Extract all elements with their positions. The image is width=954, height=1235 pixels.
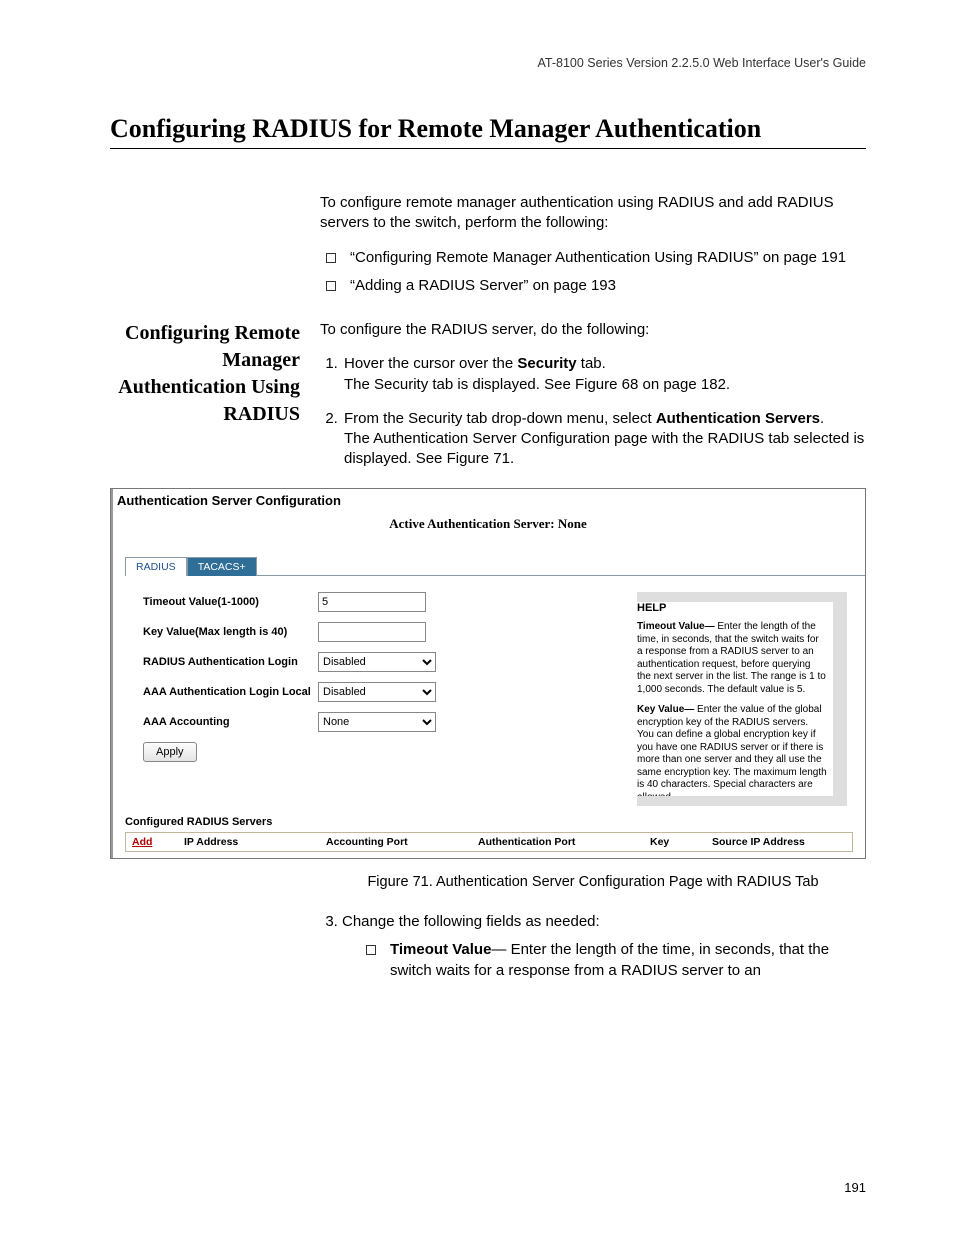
tab-tacacs[interactable]: TACACS+ [187, 557, 257, 576]
xref-item: “Adding a RADIUS Server” on page 193 [326, 276, 866, 296]
step-text: Hover the cursor over the [344, 355, 517, 372]
figure-caption: Figure 71. Authentication Server Configu… [320, 873, 866, 893]
field-note: Timeout Value— Enter the length of the t… [366, 940, 866, 981]
help-title: HELP [637, 602, 827, 616]
help-term: Key Value— [637, 704, 697, 715]
col-source-ip: Source IP Address [706, 833, 852, 851]
aaa-auth-login-local-label: AAA Authentication Login Local [143, 686, 318, 698]
aaa-auth-login-local-select[interactable]: Disabled [318, 682, 436, 702]
step-text: tab. [577, 355, 606, 372]
timeout-input[interactable] [318, 592, 426, 612]
tab-row: RADIUSTACACS+ [125, 556, 865, 576]
tab-radius[interactable]: RADIUS [125, 557, 187, 576]
radius-auth-login-select[interactable]: Disabled [318, 652, 436, 672]
key-input[interactable] [318, 622, 426, 642]
add-link[interactable]: Add [126, 833, 178, 851]
scrollbar-thumb[interactable] [833, 614, 845, 646]
step-bold: Security [517, 355, 576, 372]
col-key: Key [644, 833, 706, 851]
aaa-accounting-select[interactable]: None [318, 712, 436, 732]
xref-item: “Configuring Remote Manager Authenticati… [326, 248, 866, 268]
col-acct-port: Accounting Port [320, 833, 472, 851]
step-text: . [820, 410, 824, 427]
step-bold: Authentication Servers [656, 410, 820, 427]
section-title: Configuring RADIUS for Remote Manager Au… [110, 114, 866, 149]
margin-heading-col [110, 193, 300, 312]
step-text: From the Security tab drop-down menu, se… [344, 410, 656, 427]
field-note-bold: Timeout Value [390, 941, 491, 958]
lead-paragraph: To configure the RADIUS server, do the f… [320, 320, 866, 340]
aaa-accounting-label: AAA Accounting [143, 716, 318, 728]
step-text: Change the following fields as needed: [342, 913, 600, 930]
active-server-label: Active Authentication Server: None [111, 510, 865, 548]
col-ip: IP Address [178, 833, 320, 851]
configured-servers-header: Add IP Address Accounting Port Authentic… [125, 832, 853, 852]
help-term: Timeout Value— [637, 621, 717, 632]
col-auth-port: Authentication Port [472, 833, 644, 851]
timeout-label: Timeout Value(1-1000) [143, 596, 318, 608]
page-number: 191 [844, 1180, 866, 1195]
ui-screenshot: Authentication Server Configuration Acti… [110, 488, 866, 859]
key-label: Key Value(Max length is 40) [143, 626, 318, 638]
panel-title: Authentication Server Configuration [111, 489, 865, 510]
help-panel: HELP Timeout Value— Enter the length of … [637, 592, 847, 806]
apply-button[interactable]: Apply [143, 742, 197, 762]
step-item: Hover the cursor over the Security tab. … [342, 354, 866, 395]
step-sub: The Authentication Server Configuration … [344, 429, 866, 470]
margin-heading: Configuring Remote Manager Authenticatio… [110, 320, 300, 484]
step-item: Change the following fields as needed: T… [342, 912, 866, 981]
help-text: Enter the value of the global encryption… [637, 704, 827, 803]
step-item: From the Security tab drop-down menu, se… [342, 409, 866, 470]
radius-auth-login-label: RADIUS Authentication Login [143, 656, 318, 668]
configured-servers-title: Configured RADIUS Servers [125, 816, 853, 828]
intro-paragraph: To configure remote manager authenticati… [320, 193, 866, 234]
step-sub: The Security tab is displayed. See Figur… [344, 375, 866, 395]
help-text: Enter the length of the time, in seconds… [637, 621, 826, 695]
running-head: AT-8100 Series Version 2.2.5.0 Web Inter… [110, 56, 866, 70]
